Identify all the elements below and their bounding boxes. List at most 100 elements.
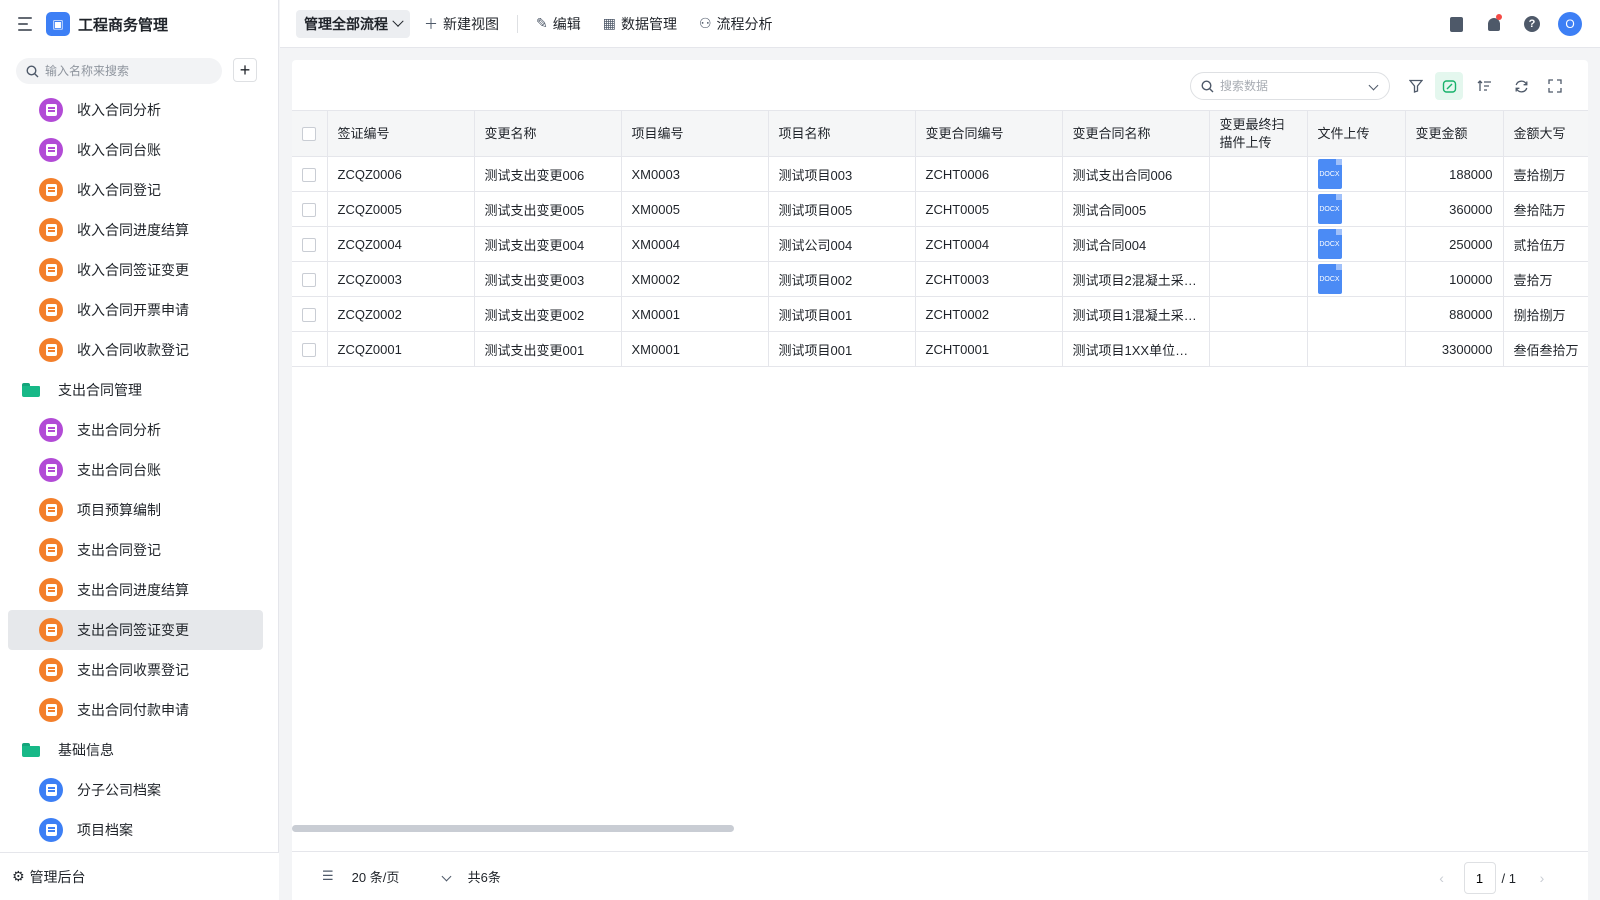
filter-button[interactable] [1402, 72, 1430, 100]
column-header[interactable]: 文件上传 [1307, 110, 1406, 157]
sidebar-item[interactable]: 收入合同登记 [8, 170, 263, 210]
row-checkbox[interactable] [302, 307, 317, 322]
table-row[interactable]: ZCQZ0003 测试支出变更003 XM0002 测试项目002 ZCHT0003 测试… [292, 261, 1588, 297]
sidebar-item[interactable]: 收入合同签证变更 [8, 250, 263, 290]
sidebar-item[interactable]: 支出合同进度结算 [8, 570, 263, 610]
table-row[interactable]: ZCQZ0001 测试支出变更001 XM0001 测试项目001 ZCHT0001 测试… [292, 331, 1588, 367]
row-checkbox[interactable] [302, 202, 317, 217]
table-cell: 测试支出变更005 [474, 191, 622, 227]
row-select-cell [292, 226, 328, 262]
table-cell: ZCQZ0004 [327, 226, 475, 262]
sidebar-item[interactable]: 收入合同开票申请 [8, 290, 263, 330]
docx-file-icon[interactable]: DOCX [1317, 194, 1342, 224]
column-header[interactable]: 变更最终扫描件上传 [1209, 110, 1308, 157]
select-all-cell [292, 110, 328, 157]
column-header[interactable]: 变更金额 [1405, 110, 1504, 157]
new-view-button[interactable]: ＋ 新建视图 [416, 10, 507, 38]
docx-file-icon[interactable]: DOCX [1317, 229, 1342, 259]
sidebar-item[interactable]: 支出合同收票登记 [8, 650, 263, 690]
sidebar-item-label: 收入合同签证变更 [77, 262, 189, 278]
sidebar-item[interactable]: 项目档案 [8, 810, 263, 850]
sidebar-search-input[interactable] [45, 64, 215, 78]
help-button[interactable]: ? [1518, 10, 1546, 38]
table-cell: 测试合同005 [1062, 191, 1210, 227]
data-manage-label: 数据管理 [620, 15, 677, 32]
highlight-button[interactable] [1435, 72, 1463, 100]
edit-button[interactable]: ✎ 编辑 [528, 10, 589, 38]
data-search-input[interactable] [1220, 79, 1360, 93]
data-manage-button[interactable]: ▦ 数据管理 [595, 10, 685, 38]
sidebar-item[interactable]: 支出合同台账 [8, 450, 263, 490]
column-header[interactable]: 项目编号 [621, 110, 769, 157]
row-checkbox[interactable] [302, 167, 317, 182]
sidebar-item-label: 支出合同管理 [58, 382, 142, 398]
sidebar-folder[interactable]: 支出合同管理 [8, 370, 263, 410]
sidebar-item-label: 支出合同分析 [77, 422, 161, 438]
docx-file-icon[interactable]: DOCX [1317, 159, 1342, 189]
column-settings-icon[interactable]: ☰ [322, 868, 334, 884]
sidebar-item[interactable]: 收入合同分析 [8, 90, 263, 130]
column-header[interactable]: 金额大写 [1503, 110, 1588, 157]
table-cell [1209, 331, 1308, 367]
search-icon [1201, 79, 1214, 92]
sidebar-item[interactable]: 支出合同签证变更 [8, 610, 263, 650]
table-cell: ZCQZ0006 [327, 156, 475, 192]
table-cell: DOCX [1307, 156, 1406, 192]
toolbar-divider [517, 14, 518, 33]
row-checkbox[interactable] [302, 237, 317, 252]
sort-button[interactable] [1470, 72, 1498, 100]
row-checkbox[interactable] [302, 272, 317, 287]
data-search[interactable] [1190, 72, 1390, 100]
page-size-select[interactable]: 20 条/页 [352, 867, 452, 886]
page-number-input[interactable] [1463, 862, 1496, 894]
sidebar-item[interactable]: 项目预算编制 [8, 490, 263, 530]
docx-file-icon[interactable]: DOCX [1317, 264, 1342, 294]
chevron-down-icon[interactable] [1368, 80, 1379, 91]
sidebar-item[interactable]: 支出合同登记 [8, 530, 263, 570]
table-row[interactable]: ZCQZ0006 测试支出变更006 XM0003 测试项目003 ZCHT0006 测试… [292, 156, 1588, 192]
next-page-icon[interactable]: › [1530, 870, 1554, 886]
sidebar-item[interactable]: 收入合同收款登记 [8, 330, 263, 370]
sidebar-item-label: 项目预算编制 [77, 502, 161, 518]
sidebar-search[interactable] [16, 58, 222, 84]
admin-console-link[interactable]: ⚙ 管理后台 [0, 852, 279, 900]
column-header[interactable]: 签证编号 [327, 110, 475, 157]
fullscreen-button[interactable] [1541, 72, 1569, 100]
table-row[interactable]: ZCQZ0002 测试支出变更002 XM0001 测试项目001 ZCHT0002 测试… [292, 296, 1588, 332]
user-menu[interactable]: O [1556, 10, 1584, 38]
view-selector[interactable]: 管理全部流程 [296, 9, 410, 38]
notifications-button[interactable] [1480, 10, 1508, 38]
table-cell: DOCX [1307, 226, 1406, 262]
select-all-checkbox[interactable] [302, 127, 317, 142]
table-cell: XM0005 [621, 191, 769, 227]
table-cell: 188000 [1405, 156, 1504, 192]
table-row[interactable]: ZCQZ0005 测试支出变更005 XM0005 测试项目005 ZCHT0005 测试… [292, 191, 1588, 227]
table-cell: XM0001 [621, 331, 769, 367]
row-checkbox[interactable] [302, 342, 317, 357]
column-header[interactable]: 变更合同编号 [915, 110, 1063, 157]
sidebar-item[interactable]: 支出合同分析 [8, 410, 263, 450]
content-panel: 签证编号变更名称项目编号项目名称变更合同编号变更合同名称变更最终扫描件上传文件上… [292, 60, 1588, 900]
column-header[interactable]: 变更名称 [474, 110, 622, 157]
sort-icon [1477, 80, 1491, 91]
sidebar-item-label: 收入合同进度结算 [77, 222, 189, 238]
table-cell: 叁拾陆万 [1503, 191, 1588, 227]
sidebar-item[interactable]: 收入合同台账 [8, 130, 263, 170]
table-row[interactable]: ZCQZ0004 测试支出变更004 XM0004 测试公司004 ZCHT0004 测试… [292, 226, 1588, 262]
prev-page-icon[interactable]: ‹ [1430, 870, 1454, 886]
horizontal-scrollbar[interactable] [292, 825, 734, 832]
add-button[interactable]: + [233, 58, 257, 82]
pencil-icon: ✎ [536, 15, 548, 31]
flow-analysis-button[interactable]: ⚇ 流程分析 [691, 10, 781, 38]
docs-button[interactable] [1442, 10, 1470, 38]
column-header[interactable]: 项目名称 [768, 110, 916, 157]
column-header[interactable]: 变更合同名称 [1062, 110, 1210, 157]
search-icon [26, 64, 39, 77]
sidebar-item[interactable]: 支出合同付款申请 [8, 690, 263, 730]
sidebar-folder[interactable]: 基础信息 [8, 730, 263, 770]
refresh-button[interactable] [1507, 72, 1535, 100]
sidebar-item[interactable]: 收入合同进度结算 [8, 210, 263, 250]
menu-toggle-icon[interactable] [18, 17, 34, 31]
flow-analysis-label: 流程分析 [716, 15, 773, 32]
sidebar-item[interactable]: 分子公司档案 [8, 770, 263, 810]
